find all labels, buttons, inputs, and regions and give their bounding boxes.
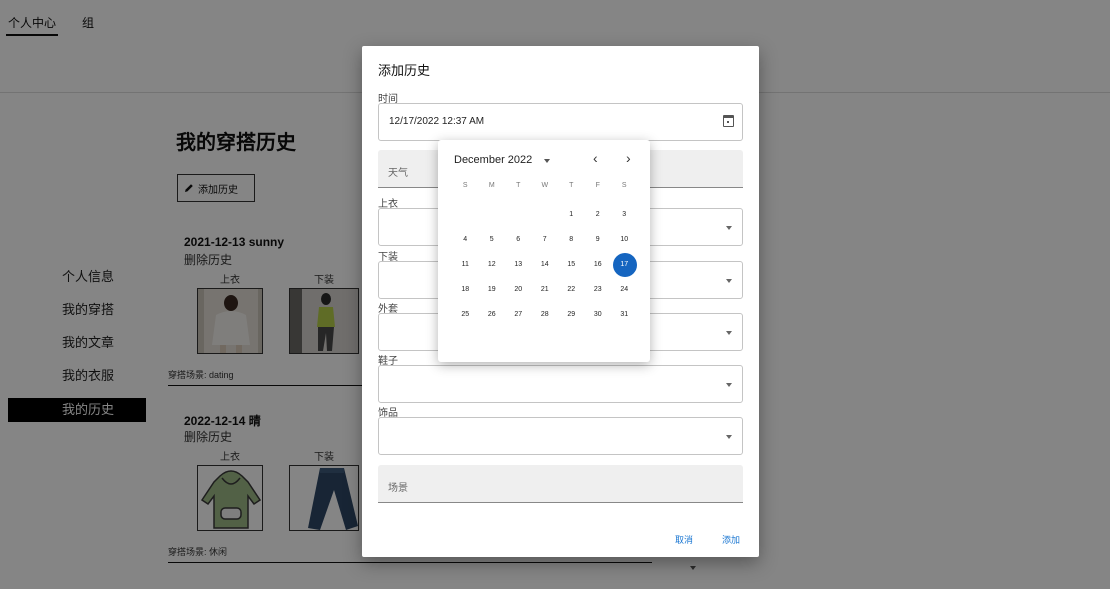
calendar-week: 18 19 20 21 22 23 24 xyxy=(452,277,638,303)
weekday-label: F xyxy=(595,182,600,189)
time-value: 12/17/2022 12:37 AM xyxy=(389,116,485,127)
calendar-week: 11 12 13 14 15 16 17 xyxy=(452,252,638,278)
calendar-day[interactable]: 10 xyxy=(611,227,638,253)
month-year-selector[interactable]: December 2022 xyxy=(454,154,532,166)
dialog-title: 添加历史 xyxy=(378,63,431,78)
chevron-down-icon xyxy=(726,383,732,387)
add-button[interactable]: 添加 xyxy=(722,533,740,546)
calendar-day[interactable]: 26 xyxy=(479,302,506,328)
chevron-down-icon xyxy=(726,331,732,335)
accessory-select[interactable] xyxy=(378,417,743,455)
time-input[interactable]: 12/17/2022 12:37 AM xyxy=(378,103,743,141)
chevron-down-icon xyxy=(726,435,732,439)
calendar-day[interactable]: 17 xyxy=(611,252,638,278)
chevron-down-icon xyxy=(726,279,732,283)
calendar-day[interactable]: 12 xyxy=(479,252,506,278)
calendar-day[interactable]: 24 xyxy=(611,277,638,303)
prev-month-icon[interactable]: ‹ xyxy=(593,150,598,166)
calendar-day[interactable]: 30 xyxy=(585,302,612,328)
calendar-day[interactable]: 5 xyxy=(479,227,506,253)
calendar-day[interactable]: 4 xyxy=(452,227,479,253)
weekday-label: S xyxy=(462,182,468,189)
scene-input[interactable]: 场景 xyxy=(378,465,743,503)
calendar-day[interactable]: 20 xyxy=(505,277,532,303)
calendar-day[interactable]: 15 xyxy=(558,252,585,278)
weather-placeholder: 天气 xyxy=(388,168,408,179)
calendar-empty-cell xyxy=(452,202,479,228)
chevron-down-icon[interactable] xyxy=(544,159,550,163)
calendar-day[interactable]: 2 xyxy=(585,202,612,228)
calendar-week: 25 26 27 28 29 30 31 xyxy=(452,302,638,328)
calendar-day[interactable]: 14 xyxy=(532,252,559,278)
chevron-down-icon xyxy=(726,226,732,230)
weekday-label: T xyxy=(516,182,521,189)
calendar-day[interactable]: 28 xyxy=(532,302,559,328)
calendar-day[interactable]: 18 xyxy=(452,277,479,303)
calendar-day[interactable]: 7 xyxy=(532,227,559,253)
calendar-day[interactable]: 22 xyxy=(558,277,585,303)
calendar-day[interactable]: 21 xyxy=(532,277,559,303)
calendar-week: 123 xyxy=(452,202,638,228)
calendar-day[interactable]: 1 xyxy=(558,202,585,228)
weekday-label: M xyxy=(488,182,495,189)
calendar-day[interactable]: 16 xyxy=(585,252,612,278)
calendar-day[interactable]: 6 xyxy=(505,227,532,253)
next-month-icon[interactable]: › xyxy=(626,150,631,166)
calendar-day[interactable]: 11 xyxy=(452,252,479,278)
shoes-select[interactable] xyxy=(378,365,743,403)
weekday-label: T xyxy=(569,182,574,189)
calendar-icon[interactable] xyxy=(723,115,734,127)
calendar-day[interactable]: 13 xyxy=(505,252,532,278)
calendar-day[interactable]: 9 xyxy=(585,227,612,253)
calendar-empty-cell xyxy=(479,202,506,228)
calendar-empty-cell xyxy=(532,202,559,228)
calendar-day[interactable]: 3 xyxy=(611,202,638,228)
calendar-day[interactable]: 29 xyxy=(558,302,585,328)
scene-placeholder: 场景 xyxy=(388,483,408,494)
calendar-empty-cell xyxy=(505,202,532,228)
weekday-label: S xyxy=(621,182,627,189)
calendar-day[interactable]: 19 xyxy=(479,277,506,303)
weekday-label: W xyxy=(541,182,549,189)
calendar-day[interactable]: 27 xyxy=(505,302,532,328)
calendar-day[interactable]: 23 xyxy=(585,277,612,303)
calendar-day[interactable]: 25 xyxy=(452,302,479,328)
calendar-day[interactable]: 8 xyxy=(558,227,585,253)
calendar-day[interactable]: 31 xyxy=(611,302,638,328)
calendar-week: 4 5 6 7 8 9 10 xyxy=(452,227,638,253)
cancel-button[interactable]: 取消 xyxy=(675,533,693,546)
weekday-header: SMTWTFS xyxy=(452,182,638,189)
date-picker-popup: December 2022 ‹ › SMTWTFS 1 2 3 4 5 6 7 8 9 10 11 1… xyxy=(438,140,650,362)
